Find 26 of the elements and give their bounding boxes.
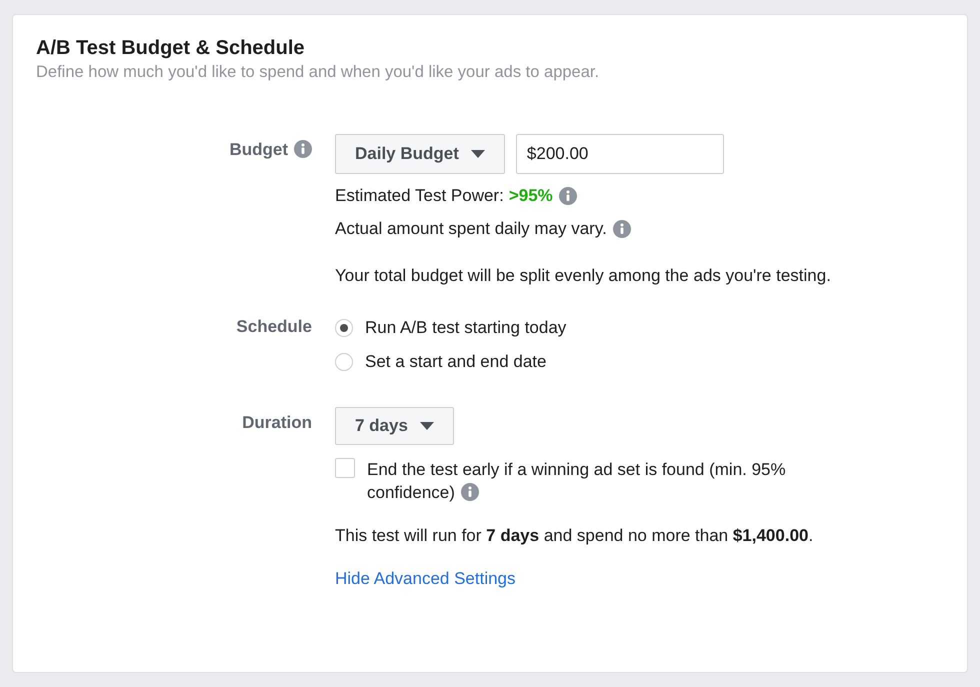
info-icon[interactable] xyxy=(294,140,312,158)
power-label: Estimated Test Power: xyxy=(335,186,504,206)
summary-text: This test will run for 7 days and spend no more than $1,400.00. xyxy=(335,526,814,546)
info-icon[interactable] xyxy=(612,220,631,238)
hide-advanced-settings-link[interactable]: Hide Advanced Settings xyxy=(335,569,516,589)
radio-button[interactable] xyxy=(335,353,353,371)
duration-dropdown[interactable]: 7 days xyxy=(335,407,454,445)
radio-button[interactable] xyxy=(335,319,353,337)
radio-label: Run A/B test starting today xyxy=(365,318,566,338)
power-value: >95% xyxy=(508,186,553,206)
checkbox[interactable] xyxy=(335,458,355,478)
note-text: Actual amount spent daily may vary. xyxy=(335,219,607,239)
info-icon[interactable] xyxy=(558,187,577,205)
budget-type-dropdown[interactable]: Daily Budget xyxy=(335,134,505,174)
radio-label: Set a start and end date xyxy=(365,352,546,372)
field-label: Schedule xyxy=(236,317,312,337)
caret-icon xyxy=(470,150,485,158)
info-icon[interactable] xyxy=(460,483,479,501)
section-subtitle: Define how much you'd like to spend and when you'd like your ads to appear. xyxy=(36,63,600,82)
section-title: A/B Test Budget & Schedule xyxy=(36,37,306,60)
field-label: Budget xyxy=(229,140,288,160)
budget-amount-field[interactable]: $200.00 xyxy=(516,134,724,174)
checkbox-label: End the test early if a winning ad set is found (min. 95% confidence) xyxy=(367,459,787,504)
note-text: Your total budget will be split evenly among the ads you're testing. xyxy=(335,266,831,286)
caret-icon xyxy=(420,422,434,430)
field-label: Duration xyxy=(242,413,312,433)
